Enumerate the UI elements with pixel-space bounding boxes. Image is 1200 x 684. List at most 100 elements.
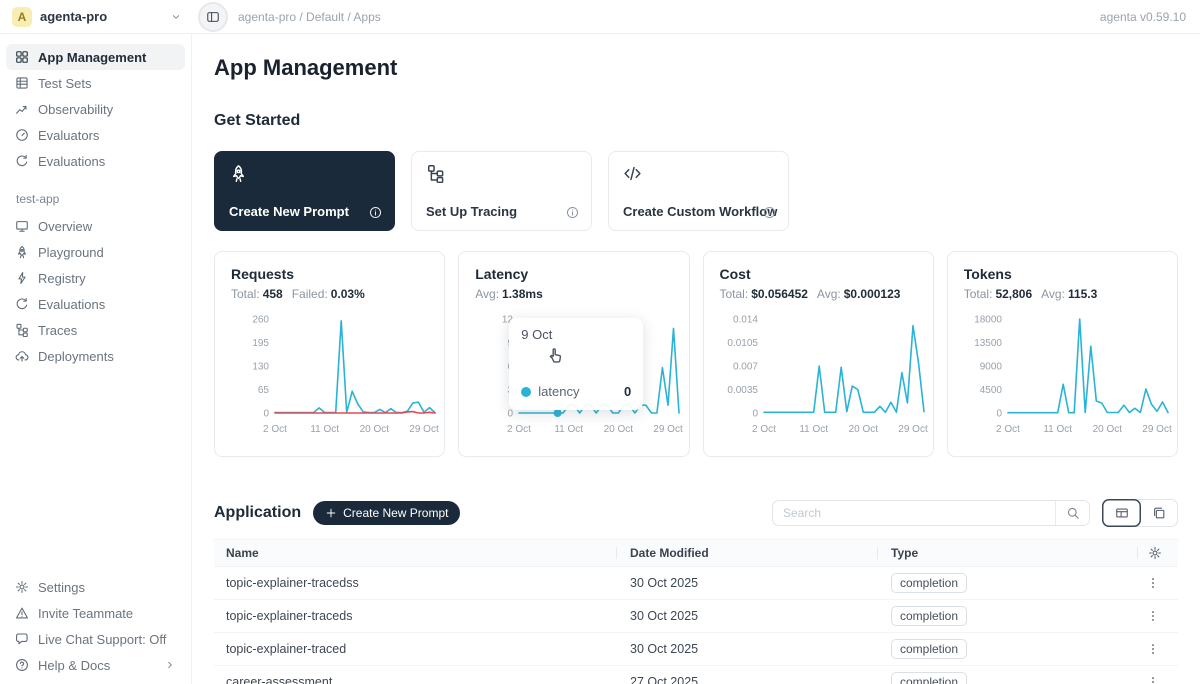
svg-text:0.0105: 0.0105 bbox=[727, 338, 758, 349]
row-actions-button[interactable] bbox=[1144, 673, 1162, 684]
rocket-icon bbox=[229, 164, 248, 183]
sidebar-item-app-evaluations[interactable]: Evaluations bbox=[6, 291, 185, 317]
svg-text:9000: 9000 bbox=[980, 362, 1003, 373]
cost-sparkline[interactable]: 0.0140.01050.0070.003502 Oct11 Oct20 Oct… bbox=[720, 309, 932, 441]
sidebar-item-observability[interactable]: Observability bbox=[6, 96, 185, 122]
sidebar-item-deployments[interactable]: Deployments bbox=[6, 343, 185, 369]
tooltip-series-row: latency 0 bbox=[521, 384, 631, 399]
table-row[interactable]: topic-explainer-traceds 30 Oct 2025 comp… bbox=[214, 600, 1178, 633]
sidebar-item-live-chat-support[interactable]: Live Chat Support: Off bbox=[6, 626, 185, 652]
chevron-down-icon[interactable] bbox=[170, 11, 182, 23]
chart-stats: Total:458Failed:0.03% bbox=[231, 287, 444, 301]
create-new-prompt-button[interactable]: Create New Prompt bbox=[313, 501, 460, 525]
tooltip-series-name: latency bbox=[538, 384, 579, 399]
svg-text:29 Oct: 29 Oct bbox=[654, 424, 684, 435]
sidebar-item-label: Test Sets bbox=[38, 76, 91, 91]
table-view-option[interactable] bbox=[1102, 499, 1141, 527]
sidebar-item-label: Invite Teammate bbox=[38, 606, 133, 621]
gear-icon bbox=[15, 580, 29, 594]
svg-text:11 Oct: 11 Oct bbox=[555, 424, 584, 435]
chart-title: Tokens bbox=[964, 266, 1177, 282]
row-actions-cell bbox=[1137, 666, 1178, 684]
sidebar-item-evaluators[interactable]: Evaluators bbox=[6, 122, 185, 148]
svg-text:2 Oct: 2 Oct bbox=[507, 424, 531, 435]
svg-text:260: 260 bbox=[252, 315, 269, 326]
tooltip-value: 0 bbox=[624, 384, 631, 399]
table-row[interactable]: career-assessment 27 Oct 2025 completion bbox=[214, 666, 1178, 684]
app-name: topic-explainer-tracedss bbox=[214, 567, 616, 599]
applications-table: Name Date Modified Type topic-explainer-… bbox=[214, 539, 1178, 684]
svg-text:20 Oct: 20 Oct bbox=[604, 424, 634, 435]
create-new-prompt-card[interactable]: Create New Prompt bbox=[214, 151, 395, 231]
tooltip-date: 9 Oct bbox=[521, 327, 631, 342]
sidebar-item-label: Evaluations bbox=[38, 154, 105, 169]
sidebar-item-registry[interactable]: Registry bbox=[6, 265, 185, 291]
tokens-sparkline[interactable]: 18000135009000450002 Oct11 Oct20 Oct29 O… bbox=[964, 309, 1176, 441]
app-name: topic-explainer-traced bbox=[214, 633, 616, 665]
dots-vertical-icon bbox=[1146, 576, 1160, 590]
info-icon[interactable] bbox=[763, 206, 776, 219]
app-type-cell: completion bbox=[877, 633, 1137, 665]
panel-left-icon bbox=[206, 10, 220, 24]
cost-chart-card: Cost Total:$0.056452Avg:$0.000123 0.014 0… bbox=[703, 251, 934, 457]
svg-text:18000: 18000 bbox=[974, 315, 1002, 326]
svg-text:13500: 13500 bbox=[974, 338, 1002, 349]
breadcrumb[interactable]: agenta-pro / Default / Apps bbox=[238, 10, 381, 24]
svg-text:4500: 4500 bbox=[980, 385, 1003, 396]
table-row[interactable]: topic-explainer-tracedss 30 Oct 2025 com… bbox=[214, 567, 1178, 600]
requests-sparkline[interactable]: 2601951306502 Oct11 Oct20 Oct29 Oct bbox=[231, 309, 443, 441]
dots-vertical-icon bbox=[1146, 642, 1160, 656]
sidebar-item-help-docs[interactable]: Help & Docs bbox=[6, 652, 185, 678]
svg-text:0.0035: 0.0035 bbox=[727, 385, 758, 396]
series-color-dot bbox=[521, 387, 531, 397]
row-actions-cell bbox=[1137, 600, 1178, 632]
set-up-tracing-card[interactable]: Set Up Tracing bbox=[411, 151, 592, 231]
sidebar-item-overview[interactable]: Overview bbox=[6, 213, 185, 239]
sidebar-item-settings[interactable]: Settings bbox=[6, 574, 185, 600]
chart-stats: Total:$0.056452Avg:$0.000123 bbox=[720, 287, 933, 301]
table-row[interactable]: topic-explainer-traced 30 Oct 2025 compl… bbox=[214, 633, 1178, 666]
info-icon[interactable] bbox=[369, 206, 382, 219]
sidebar-item-label: Registry bbox=[38, 271, 86, 286]
button-label: Create New Prompt bbox=[343, 506, 448, 520]
sidebar-item-label: Playground bbox=[38, 245, 104, 260]
app-name: topic-explainer-traceds bbox=[214, 600, 616, 632]
svg-text:20 Oct: 20 Oct bbox=[360, 424, 390, 435]
search-button[interactable] bbox=[1055, 501, 1089, 525]
mouse-hand-pointer-cursor bbox=[547, 346, 565, 364]
chart-hover-tooltip: 9 Oct latency 0 bbox=[509, 318, 643, 410]
help-circle-icon bbox=[15, 658, 29, 672]
sidebar-item-label: Deployments bbox=[38, 349, 114, 364]
workspace-switcher[interactable]: A agenta-pro bbox=[0, 7, 192, 27]
svg-text:0: 0 bbox=[263, 409, 269, 420]
sidebar-collapse-button[interactable] bbox=[200, 4, 226, 30]
app-date-modified: 30 Oct 2025 bbox=[616, 600, 877, 632]
card-view-option[interactable] bbox=[1139, 499, 1178, 527]
bolt-icon bbox=[15, 271, 29, 285]
sidebar-item-invite-teammate[interactable]: Invite Teammate bbox=[6, 600, 185, 626]
search-input[interactable] bbox=[773, 501, 1055, 525]
app-type-cell: completion bbox=[877, 567, 1137, 599]
create-custom-workflow-card[interactable]: Create Custom Workflow bbox=[608, 151, 789, 231]
row-actions-button[interactable] bbox=[1144, 607, 1162, 625]
row-actions-cell bbox=[1137, 567, 1178, 599]
grid-icon bbox=[15, 50, 29, 64]
gear-icon[interactable] bbox=[1148, 546, 1162, 560]
sidebar-item-app-management[interactable]: App Management bbox=[6, 44, 185, 70]
info-icon[interactable] bbox=[566, 206, 579, 219]
chart-title: Cost bbox=[720, 266, 933, 282]
svg-text:0.014: 0.014 bbox=[732, 315, 757, 326]
tree-icon bbox=[426, 164, 445, 183]
latency-chart-card: Latency Avg:1.38ms 1296302 Oct11 Oct20 O… bbox=[458, 251, 689, 457]
row-actions-button[interactable] bbox=[1144, 574, 1162, 592]
sidebar-item-label: Settings bbox=[38, 580, 85, 595]
row-actions-button[interactable] bbox=[1144, 640, 1162, 658]
sidebar-item-traces[interactable]: Traces bbox=[6, 317, 185, 343]
sidebar-item-test-sets[interactable]: Test Sets bbox=[6, 70, 185, 96]
table-header: Name Date Modified Type bbox=[214, 539, 1178, 567]
sidebar-item-playground[interactable]: Playground bbox=[6, 239, 185, 265]
app-type-cell: completion bbox=[877, 600, 1137, 632]
table-rows-icon bbox=[15, 76, 29, 90]
svg-text:29 Oct: 29 Oct bbox=[1142, 424, 1172, 435]
sidebar-item-evaluations[interactable]: Evaluations bbox=[6, 148, 185, 174]
